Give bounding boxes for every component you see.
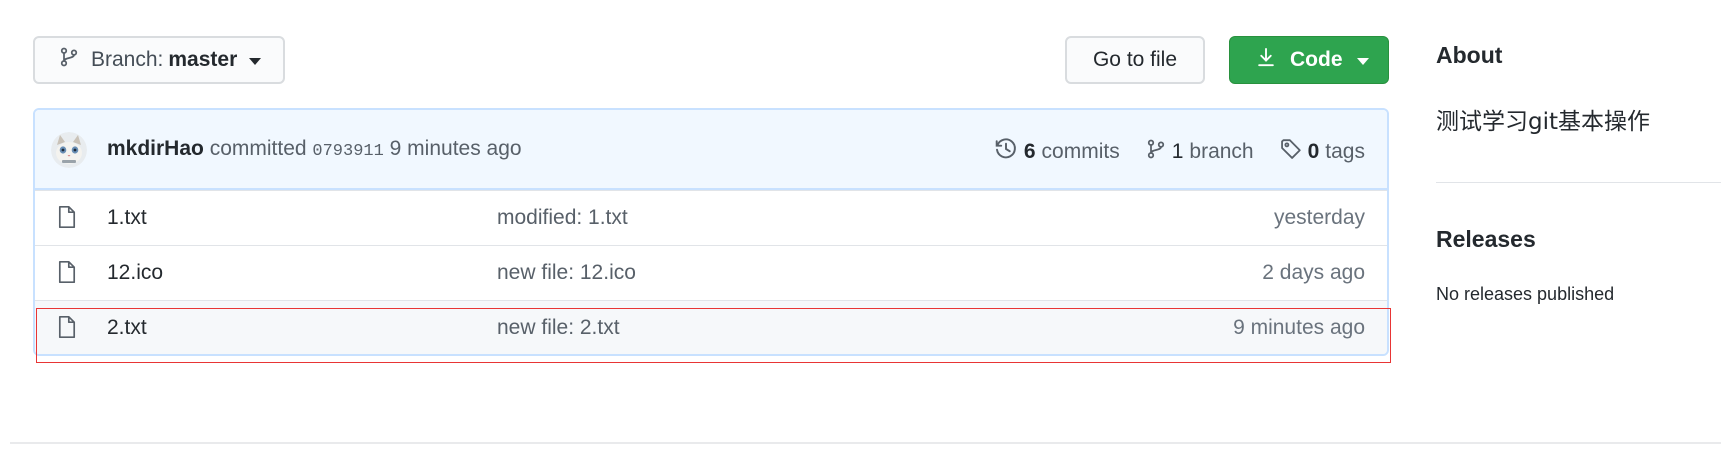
- code-label: Code: [1290, 48, 1343, 71]
- commits-link[interactable]: 6 commits: [994, 137, 1120, 167]
- branch-name: master: [168, 48, 238, 71]
- file-icon: [57, 260, 77, 290]
- file-age: 2 days ago: [1262, 261, 1365, 284]
- history-icon: [994, 137, 1024, 167]
- code-button[interactable]: Code: [1229, 36, 1389, 84]
- go-to-file-button[interactable]: Go to file: [1065, 36, 1205, 84]
- file-commit-message-link[interactable]: new file: 12.ico: [497, 261, 636, 285]
- go-to-file-label: Go to file: [1092, 48, 1178, 71]
- file-age: 9 minutes ago: [1233, 316, 1365, 339]
- branch-select-button[interactable]: Branch: master: [33, 36, 285, 84]
- file-row[interactable]: 12.ico new file: 12.ico 2 days ago: [35, 245, 1387, 300]
- commit-time: 9 minutes ago: [389, 137, 522, 160]
- file-name-link[interactable]: 1.txt: [107, 206, 147, 230]
- branches-label: branch: [1189, 140, 1254, 163]
- tags-count: 0: [1307, 140, 1320, 163]
- commit-verb: committed: [209, 137, 307, 160]
- page-divider: [10, 442, 1721, 444]
- file-commit-message-link[interactable]: modified: 1.txt: [497, 206, 628, 230]
- download-icon: [1256, 46, 1276, 74]
- latest-commit-bar: mkdirHao committed 0793911 9 minutes ago…: [35, 110, 1387, 190]
- tags-label: tags: [1325, 140, 1365, 163]
- file-icon: [57, 315, 77, 345]
- commits-count: 6: [1023, 140, 1036, 163]
- branches-count: 1: [1171, 140, 1184, 163]
- sidebar-divider: [1436, 182, 1721, 183]
- file-commit-message-link[interactable]: new file: 2.txt: [497, 316, 620, 340]
- repo-stats: 6 commits 1 branch 0 tags: [968, 137, 1365, 167]
- avatar[interactable]: [51, 132, 87, 168]
- chevron-down-icon: [1356, 57, 1369, 65]
- file-row[interactable]: 2.txt new file: 2.txt 9 minutes ago: [35, 300, 1387, 354]
- chevron-down-icon: [249, 57, 262, 65]
- tag-icon: [1280, 138, 1308, 166]
- git-branch-icon: [1146, 138, 1172, 166]
- releases-heading[interactable]: Releases: [1436, 226, 1536, 253]
- commits-label: commits: [1041, 140, 1120, 163]
- file-name-link[interactable]: 2.txt: [107, 316, 147, 340]
- no-releases-text: No releases published: [1436, 284, 1615, 304]
- branches-link[interactable]: 1 branch: [1146, 138, 1254, 166]
- file-name-link[interactable]: 12.ico: [107, 261, 163, 285]
- about-heading: About: [1436, 42, 1503, 68]
- file-row[interactable]: 1.txt modified: 1.txt yesterday: [35, 190, 1387, 245]
- commit-summary: mkdirHao committed 0793911 9 minutes ago: [107, 137, 522, 161]
- tags-link[interactable]: 0 tags: [1280, 138, 1365, 166]
- file-age: yesterday: [1273, 206, 1365, 229]
- file-browser: mkdirHao committed 0793911 9 minutes ago…: [33, 108, 1389, 356]
- branch-prefix-label: Branch:: [91, 48, 164, 71]
- repo-description: 测试学习git基本操作: [1436, 109, 1651, 135]
- file-icon: [57, 205, 77, 235]
- commit-author-link[interactable]: mkdirHao: [107, 137, 204, 160]
- git-branch-icon: [59, 46, 79, 74]
- commit-sha-link[interactable]: 0793911: [312, 142, 383, 161]
